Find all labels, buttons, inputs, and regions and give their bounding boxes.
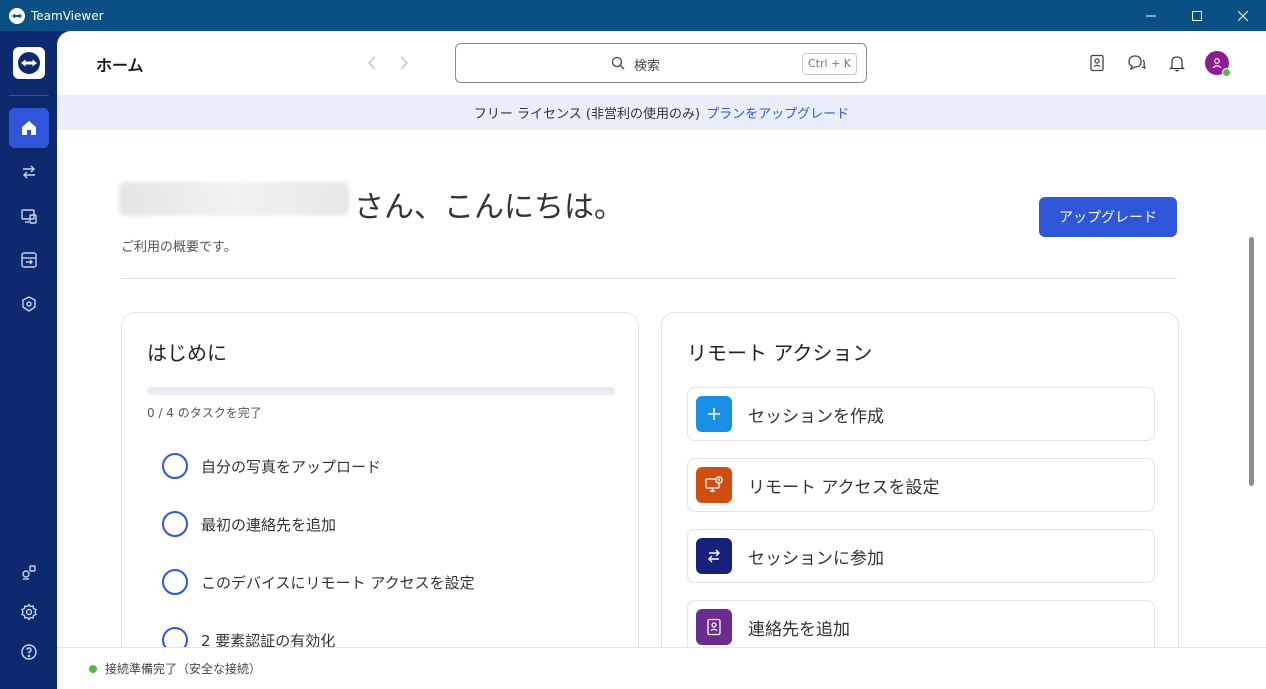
nav-divider	[9, 95, 49, 96]
home-icon	[22, 121, 36, 135]
left-navigation	[0, 31, 57, 689]
action-label: セッションを作成	[748, 406, 884, 427]
action-label: リモート アクセスを設定	[748, 477, 940, 498]
connection-status-dot	[89, 664, 97, 673]
teamviewer-app-icon	[9, 7, 25, 24]
search-input[interactable]: 検索 Ctrl + K	[455, 43, 867, 83]
window-controls	[1128, 0, 1266, 31]
main-panel: ホーム 検索 Ctrl + K フリー ライセンス (非営利の使用のみ) プラン…	[57, 31, 1266, 689]
notifications-button[interactable]	[1167, 53, 1187, 73]
join-session-button[interactable]: セッションに参加	[687, 529, 1155, 583]
user-icon	[1212, 58, 1222, 69]
contacts-button[interactable]	[1087, 53, 1107, 73]
action-label: セッションに参加	[748, 548, 884, 569]
page-title: ホーム	[96, 56, 144, 75]
nav-item-remote-connect[interactable]	[9, 152, 49, 192]
chevron-left-icon	[367, 56, 376, 70]
minimize-button[interactable]	[1128, 0, 1174, 31]
swap-arrows-icon	[696, 538, 732, 574]
session-icon	[21, 252, 37, 268]
vertical-scrollbar[interactable]	[1249, 237, 1254, 486]
license-banner: フリー ライセンス (非営利の使用のみ) プランをアップグレード	[57, 95, 1266, 130]
help-icon	[21, 644, 37, 660]
swap-arrows-icon	[23, 165, 35, 179]
nav-item-help[interactable]	[9, 632, 49, 672]
avatar[interactable]	[1205, 51, 1231, 77]
contact-book-icon	[696, 609, 732, 645]
status-bar: 接続準備完了（安全な接続）	[57, 647, 1266, 689]
task-progress-bar	[147, 387, 615, 395]
task-checkbox[interactable]	[162, 569, 188, 595]
maximize-button[interactable]	[1174, 0, 1220, 31]
online-status-dot	[1222, 68, 1231, 77]
nav-item-security[interactable]	[9, 284, 49, 324]
chevron-right-icon	[400, 56, 409, 70]
nav-item-home[interactable]	[9, 108, 49, 148]
home-content: さん、こんにちは。 ご利用の概要です。 アップグレード はじめに 0 / 4 の…	[57, 130, 1266, 672]
devices-icon	[21, 209, 37, 224]
chat-icon	[1128, 55, 1147, 71]
search-placeholder: 検索	[634, 59, 661, 74]
add-contact-button[interactable]: 連絡先を追加	[687, 600, 1155, 654]
maximize-icon	[1192, 10, 1202, 21]
remote-actions-title: リモート アクション	[687, 341, 873, 365]
plus-icon	[696, 396, 732, 432]
greeting-subtitle: ご利用の概要です。	[121, 240, 237, 255]
remote-actions-card: リモート アクション セッションを作成 リモート アクセスを設定 セッションに参…	[661, 312, 1179, 672]
greeting-title: さん、こんにちは。	[354, 190, 624, 225]
setup-remote-access-button[interactable]: リモート アクセスを設定	[687, 458, 1155, 512]
nav-item-sessions[interactable]	[9, 240, 49, 280]
divider	[121, 278, 1177, 279]
top-bar: ホーム 検索 Ctrl + K	[57, 31, 1266, 95]
bell-icon	[1169, 56, 1185, 72]
gear-icon	[21, 603, 37, 621]
connection-status-text: 接続準備完了（安全な接続）	[105, 662, 262, 676]
close-button[interactable]	[1220, 0, 1266, 31]
upgrade-button[interactable]: アップグレード	[1039, 197, 1177, 237]
getting-started-title: はじめに	[147, 341, 227, 365]
action-label: 連絡先を追加	[748, 619, 850, 640]
teamviewer-logo[interactable]	[13, 47, 45, 79]
task-progress-text: 0 / 4 のタスクを完了	[147, 406, 262, 420]
title-bar: TeamViewer	[0, 0, 1266, 31]
task-label: 最初の連絡先を追加	[201, 515, 337, 534]
minimize-icon	[1146, 15, 1156, 16]
contact-book-icon	[1090, 54, 1104, 72]
upgrade-plan-link[interactable]: プランをアップグレード	[706, 103, 849, 122]
getting-started-card: はじめに 0 / 4 のタスクを完了 自分の写真をアップロード 最初の連絡先を追…	[121, 312, 639, 672]
search-shortcut-hint: Ctrl + K	[802, 53, 857, 75]
integrations-icon	[22, 565, 36, 580]
task-checkbox[interactable]	[162, 511, 188, 537]
chat-button[interactable]	[1127, 53, 1147, 73]
search-icon	[611, 56, 625, 70]
task-label: このデバイスにリモート アクセスを設定	[201, 573, 475, 592]
forward-button[interactable]	[394, 53, 414, 73]
user-name-blurred	[119, 182, 349, 216]
create-session-button[interactable]: セッションを作成	[687, 387, 1155, 441]
nav-item-settings[interactable]	[9, 592, 49, 632]
license-text: フリー ライセンス (非営利の使用のみ)	[473, 107, 701, 122]
task-setup-remote-access[interactable]: このデバイスにリモート アクセスを設定	[162, 569, 475, 595]
teamviewer-logo-icon	[18, 52, 40, 74]
remote-access-icon	[696, 467, 732, 503]
task-checkbox[interactable]	[162, 453, 188, 479]
task-upload-photo[interactable]: 自分の写真をアップロード	[162, 453, 381, 479]
nav-item-integrations[interactable]	[9, 552, 49, 592]
nav-item-devices[interactable]	[9, 196, 49, 236]
back-button[interactable]	[362, 53, 382, 73]
window-title: TeamViewer	[31, 8, 104, 23]
task-add-contact[interactable]: 最初の連絡先を追加	[162, 511, 336, 537]
shield-icon	[22, 296, 36, 312]
close-icon	[1238, 10, 1248, 21]
task-label: 自分の写真をアップロード	[201, 457, 382, 476]
